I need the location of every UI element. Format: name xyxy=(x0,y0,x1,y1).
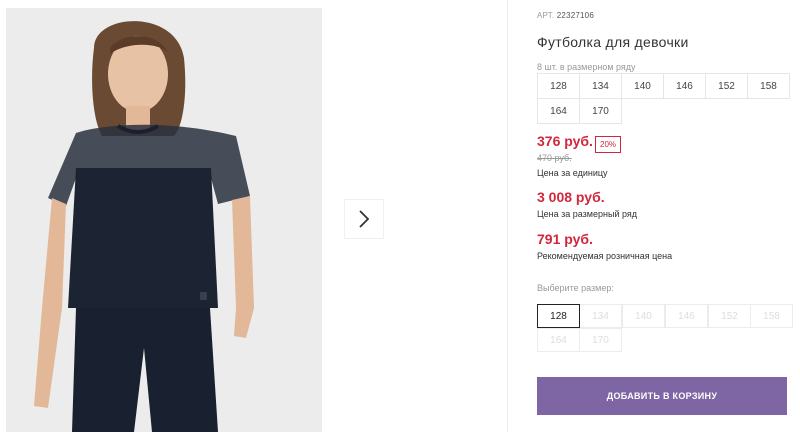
unit-price-label: Цена за единицу xyxy=(537,168,608,178)
size-row-note: 8 шт. в размерном ряду xyxy=(537,62,636,72)
size-option-152[interactable]: 152 xyxy=(708,304,751,328)
product-photo xyxy=(6,8,322,432)
retail-price-label: Рекомендуемая розничная цена xyxy=(537,251,673,261)
size-option-164[interactable]: 164 xyxy=(537,328,580,352)
size-row-cell: 170 xyxy=(579,98,622,124)
size-row-cell: 146 xyxy=(663,73,706,99)
old-price: 470 руб. xyxy=(537,153,572,163)
size-option-170[interactable]: 170 xyxy=(579,328,622,352)
article-value: 22327106 xyxy=(556,11,594,20)
chevron-right-icon xyxy=(359,210,370,228)
product-title: Футболка для девочки xyxy=(537,34,689,50)
retail-price: 791 руб. xyxy=(537,231,593,247)
row-price-label: Цена за размерный ряд xyxy=(537,209,638,219)
size-option-128[interactable]: 128 xyxy=(537,304,580,328)
size-option-158[interactable]: 158 xyxy=(750,304,793,328)
size-row-cell: 158 xyxy=(747,73,790,99)
size-row-cell: 134 xyxy=(579,73,622,99)
gallery-next-button[interactable] xyxy=(345,200,383,238)
size-row-cell: 128 xyxy=(537,73,580,99)
unit-price: 376 руб. xyxy=(537,133,593,149)
discount-badge: 20% xyxy=(595,136,622,153)
size-row-cell: 140 xyxy=(621,73,664,99)
product-gallery xyxy=(0,0,508,432)
size-row-cell: 164 xyxy=(537,98,580,124)
size-option-134[interactable]: 134 xyxy=(579,304,622,328)
row-price: 3 008 руб. xyxy=(537,189,605,205)
add-to-cart-button[interactable]: ДОБАВИТЬ В КОРЗИНУ xyxy=(537,377,787,415)
size-row-cell: 152 xyxy=(705,73,748,99)
article-label: АРТ. xyxy=(537,11,555,20)
choose-size-label: Выберите размер: xyxy=(537,283,614,293)
size-option-146[interactable]: 146 xyxy=(665,304,708,328)
size-option-140[interactable]: 140 xyxy=(622,304,665,328)
article-number: АРТ. 22327106 xyxy=(537,11,594,20)
